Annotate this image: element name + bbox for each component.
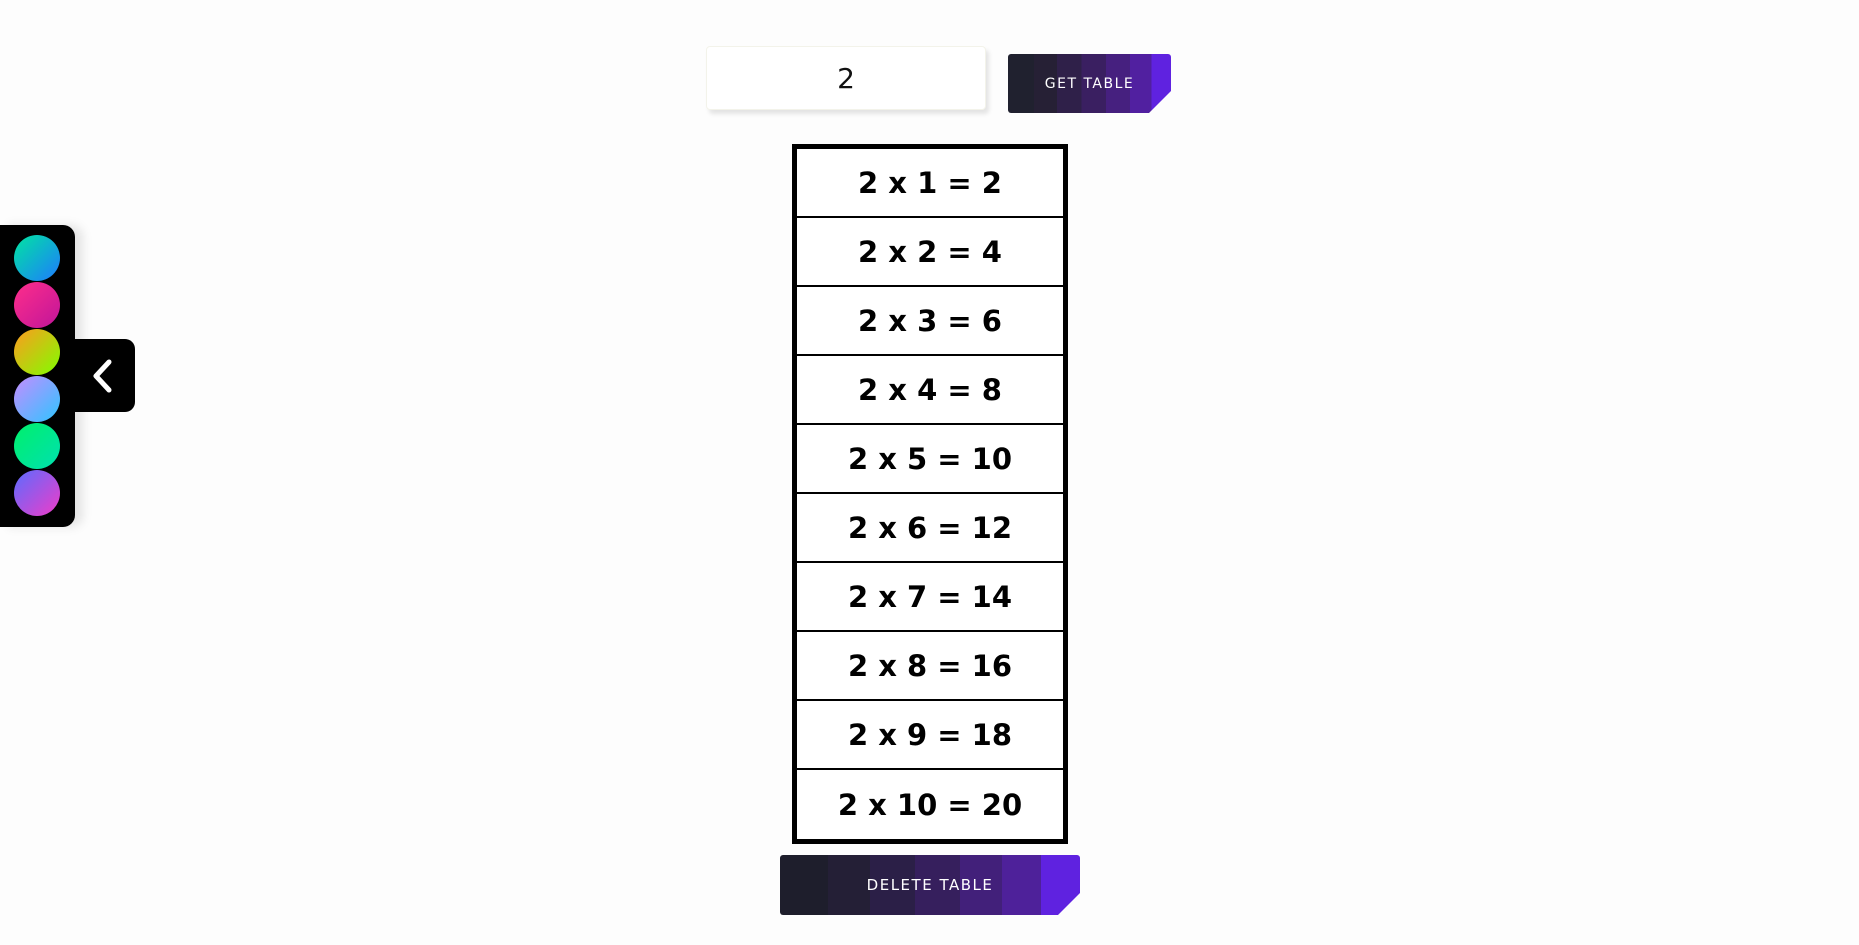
table-row: 2 x 6 = 12 (797, 494, 1063, 563)
color-swatch-purple-magenta[interactable] (14, 470, 60, 516)
chevron-left-icon (93, 359, 111, 392)
color-swatch-green-mint[interactable] (14, 423, 60, 469)
table-row: 2 x 7 = 14 (797, 563, 1063, 632)
get-table-button[interactable]: GET TABLE (1008, 54, 1171, 113)
table-row: 2 x 5 = 10 (797, 425, 1063, 494)
table-row: 2 x 10 = 20 (837, 787, 1023, 822)
palette-toggle-button[interactable] (70, 339, 135, 412)
color-swatch-lilac-sky[interactable] (14, 376, 60, 422)
color-palette (0, 225, 75, 527)
table-row: 2 x 3 = 6 (797, 287, 1063, 356)
multiplication-table: 2 x 1 = 22 x 2 = 42 x 3 = 62 x 4 = 82 x … (792, 144, 1068, 844)
table-row: 2 x 1 = 2 (797, 149, 1063, 218)
number-input[interactable] (706, 46, 986, 110)
page: GET TABLE 2 x 1 = 22 x 2 = 42 x 3 = 62 x… (0, 0, 1859, 945)
table-row: 2 x 9 = 18 (797, 701, 1063, 770)
table-row: 2 x 4 = 8 (797, 356, 1063, 425)
color-swatch-teal-blue[interactable] (14, 235, 60, 281)
color-swatch-orange-lime[interactable] (14, 329, 60, 375)
table-row: 2 x 8 = 16 (797, 632, 1063, 701)
table-row: 2 x 2 = 4 (797, 218, 1063, 287)
delete-table-button[interactable]: DELETE TABLE (780, 855, 1080, 915)
color-swatch-pink-red[interactable] (14, 282, 60, 328)
